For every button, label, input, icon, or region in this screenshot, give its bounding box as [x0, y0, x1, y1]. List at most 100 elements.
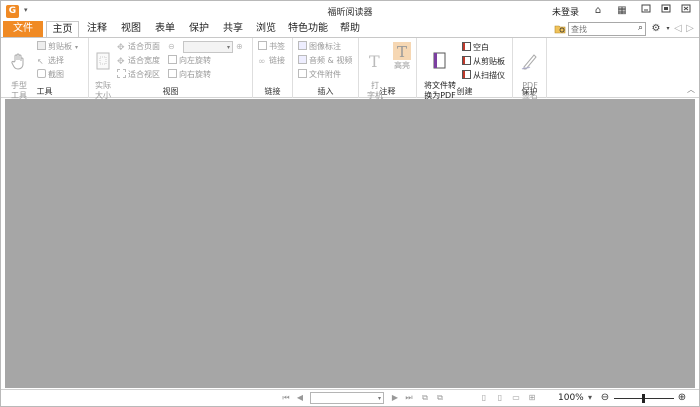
next-view-icon[interactable]: ⧉	[435, 393, 445, 403]
tab-protect[interactable]: 保护	[185, 21, 213, 37]
rotate-left-button[interactable]: 向左旋转	[168, 55, 211, 67]
chevron-down-icon: ▾	[226, 44, 230, 51]
zoom-slider-thumb[interactable]	[642, 394, 645, 403]
clipboard-button[interactable]: 剪贴板 ▾	[37, 41, 78, 53]
from-clipboard-button[interactable]: 从剪贴板	[462, 56, 505, 68]
maximize-icon[interactable]	[659, 4, 673, 18]
film-icon	[298, 55, 307, 64]
bookmark-icon	[258, 41, 267, 50]
fit-visible-button[interactable]: 适合视区	[117, 69, 160, 81]
zoom-out-icon[interactable]: ⊖	[168, 41, 175, 53]
chevron-down-icon: ▾	[377, 395, 381, 402]
page-number-field[interactable]: ▾	[310, 392, 384, 404]
cursor-icon: ↖	[37, 57, 44, 66]
fit-page-icon: ✥	[117, 43, 125, 53]
group-protect: PDF 签名 保护	[513, 38, 547, 100]
tab-home[interactable]: 主页	[46, 21, 79, 38]
restore-grid-icon[interactable]: ▦	[615, 4, 629, 18]
tab-comment[interactable]: 注释	[83, 21, 111, 37]
typewriter-icon: T	[369, 52, 380, 70]
minimize-icon[interactable]	[639, 4, 653, 18]
folder-search-icon[interactable]	[554, 23, 566, 34]
scanner-doc-icon	[462, 70, 471, 79]
link-button[interactable]: ∞ 链接	[258, 55, 285, 67]
nav-forward-icon[interactable]: ▷	[683, 22, 697, 36]
ribbon: 手型 工具 剪贴板 ▾ ↖ 选择 截图 工具 实际 大小 ✥ 适合页面 ✥ 适合宽	[1, 37, 699, 100]
group-label-protect: 保护	[521, 87, 538, 96]
group-tools: 手型 工具 剪贴板 ▾ ↖ 选择 截图 工具	[1, 38, 89, 100]
last-page-icon[interactable]: ⏭	[404, 393, 414, 403]
group-label-insert: 插入	[317, 87, 334, 96]
app-window: G ▾ 福昕阅读器 未登录 ⌂ ▦ 文件 主页 注释 视图 表单 保护 共享 浏…	[0, 0, 700, 407]
from-scanner-button[interactable]: 从扫描仪	[462, 70, 505, 82]
blank-doc-icon	[462, 42, 471, 51]
next-page-icon[interactable]: ▶	[390, 393, 400, 403]
zoom-in-icon[interactable]: ⊕	[677, 393, 687, 403]
tab-help[interactable]: 帮助	[336, 21, 364, 37]
single-page-icon[interactable]: ▯	[479, 393, 489, 403]
tab-browse[interactable]: 浏览	[252, 21, 280, 37]
audio-video-button[interactable]: 音频 & 视频	[298, 55, 352, 67]
menu-file[interactable]: 文件	[3, 21, 43, 37]
menu-bar: 文件 主页 注释 视图 表单 保护 共享 浏览 特色功能 帮助 ⌕ ⚙ ▾ ◁ …	[1, 21, 699, 38]
fit-page-button[interactable]: ✥ 适合页面	[117, 41, 160, 53]
fit-width-icon: ✥	[117, 57, 125, 67]
file-attachment-button[interactable]: 文件附件	[298, 69, 341, 81]
group-insert: 图像标注 音频 & 视频 文件附件 插入	[293, 38, 359, 98]
login-link[interactable]: 未登录	[552, 5, 579, 18]
search-icon[interactable]: ⌕	[638, 23, 643, 33]
select-button[interactable]: ↖ 选择	[37, 55, 64, 67]
close-icon[interactable]	[679, 4, 693, 18]
continuous-facing-icon[interactable]: ⊞	[527, 393, 537, 403]
snapshot-button[interactable]: 截图	[37, 69, 64, 81]
blank-pdf-button[interactable]: 空白	[462, 42, 489, 54]
group-label-tools: 工具	[36, 87, 53, 96]
page-icon	[96, 52, 110, 70]
hand-icon	[11, 53, 24, 70]
prev-view-icon[interactable]: ⧉	[420, 393, 430, 403]
collapse-ribbon-icon[interactable]: ︿	[687, 84, 695, 95]
fit-width-button[interactable]: ✥ 适合宽度	[117, 55, 160, 67]
fit-visible-icon	[117, 69, 126, 78]
highlight-button[interactable]: T 高亮	[390, 42, 414, 71]
title-bar: G ▾ 福昕阅读器 未登录 ⌂ ▦	[1, 1, 699, 21]
attachment-icon	[298, 69, 307, 78]
search-field[interactable]: ⌕	[568, 22, 646, 36]
svg-text:T: T	[397, 43, 407, 60]
continuous-page-icon[interactable]: ▯	[495, 393, 505, 403]
rotate-right-button[interactable]: 向右旋转	[168, 69, 211, 81]
link-icon: ∞	[258, 57, 266, 67]
first-page-icon[interactable]: ⏮	[281, 393, 291, 403]
group-label-create: 创建	[456, 87, 473, 96]
zoom-in-icon[interactable]: ⊕	[236, 41, 243, 53]
prev-page-icon[interactable]: ◀	[295, 393, 305, 403]
group-links: 书签 ∞ 链接 链接	[253, 38, 293, 98]
group-create: 将文件转 换为PDF 空白 从剪贴板 从扫描仪 创建	[417, 38, 513, 100]
tab-share[interactable]: 共享	[219, 21, 247, 37]
image-icon	[298, 41, 307, 50]
ribbon-display-icon[interactable]: ⌂	[591, 4, 605, 18]
search-input[interactable]	[569, 23, 629, 35]
group-view: 实际 大小 ✥ 适合页面 ✥ 适合宽度 适合视区 ⊖ ▾ ⊕ 向左旋转 向右旋转 视…	[89, 38, 253, 100]
zoom-percentage[interactable]: 100%	[558, 393, 584, 403]
group-label-view: 视图	[162, 87, 179, 96]
svg-text:T: T	[369, 52, 380, 70]
pen-sign-icon	[521, 54, 537, 70]
zoom-out-icon[interactable]: ⊖	[600, 393, 610, 403]
bookmark-button[interactable]: 书签	[258, 41, 285, 53]
image-annotation-button[interactable]: 图像标注	[298, 41, 341, 53]
status-bar: ⏮ ◀ ▾ ▶ ⏭ ⧉ ⧉ ▯ ▯ ▭ ⊞ 100% ▾ ⊖ ⊕	[1, 389, 699, 406]
group-comment: T 打 字机 T 高亮 注释	[359, 38, 417, 100]
rotate-right-icon	[168, 69, 177, 78]
document-area[interactable]	[5, 99, 695, 388]
camera-icon	[37, 69, 46, 78]
tab-view[interactable]: 视图	[117, 21, 145, 37]
zoom-combo[interactable]: ▾	[183, 41, 233, 53]
facing-page-icon[interactable]: ▭	[511, 393, 521, 403]
zoom-dropdown-icon[interactable]: ▾	[585, 393, 595, 403]
tab-features[interactable]: 特色功能	[285, 21, 331, 37]
group-label-links: 链接	[264, 87, 281, 96]
tab-form[interactable]: 表单	[151, 21, 179, 37]
convert-pdf-icon	[433, 52, 446, 69]
clipboard-icon	[37, 41, 46, 50]
